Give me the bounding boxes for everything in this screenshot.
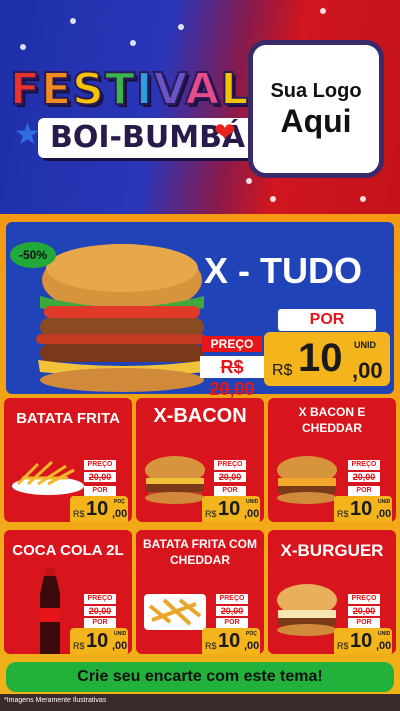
item-card[interactable]: X-BURGUER PREÇO 20,00 POR R$ 10 UNID ,00 xyxy=(268,530,396,654)
price-decimal: ,00 xyxy=(376,640,392,652)
price-decimal: ,00 xyxy=(244,640,260,652)
fries-image xyxy=(12,460,84,495)
star-icon: ★ xyxy=(14,117,41,152)
por-label: POR xyxy=(278,309,376,331)
price-unit: UNID xyxy=(246,499,259,505)
por-label: POR xyxy=(84,486,116,496)
soda-bottle-image xyxy=(40,568,60,654)
preco-label: PREÇO xyxy=(348,594,380,604)
logo-line1: Sua Logo xyxy=(270,79,362,102)
por-label: POR xyxy=(348,486,380,496)
preco-label: PREÇO xyxy=(202,336,262,352)
price-unit: UNID xyxy=(114,631,127,637)
price-currency: R$ xyxy=(337,641,349,651)
price-decimal: ,00 xyxy=(244,508,260,520)
confetti-dot xyxy=(130,40,136,46)
item-title: X-BACON xyxy=(153,405,247,427)
old-price: R$ 20,00 xyxy=(200,356,264,399)
por-label: POR xyxy=(84,618,116,628)
por-label: POR xyxy=(348,618,380,628)
old-price: 20,00 xyxy=(216,606,248,616)
item-price: R$ 10 UNID ,00 xyxy=(334,496,392,522)
item-price: R$ 10 POÇ ,00 xyxy=(202,628,260,654)
item-title: X-BURGUER xyxy=(280,541,384,560)
burger-image xyxy=(145,456,205,504)
price-currency: R$ xyxy=(73,509,85,519)
confetti-dot xyxy=(20,44,26,50)
item-title: X BACON E CHEDDAR xyxy=(298,405,366,435)
price-currency: R$ xyxy=(205,641,217,651)
price-decimal: ,00 xyxy=(376,508,392,520)
fries-cheddar-image xyxy=(144,594,206,630)
price-decimal: ,00 xyxy=(112,508,128,520)
cta-button[interactable]: Crie seu encarte com este tema! xyxy=(6,662,394,692)
item-card[interactable]: X BACON E CHEDDAR PREÇO 20,00 POR R$ 10 … xyxy=(268,398,396,522)
heart-icon: ❤ xyxy=(214,118,236,148)
por-label: POR xyxy=(214,486,246,496)
price-integer: 10 xyxy=(218,630,241,652)
disclaimer: *Imagens Meramente Ilustrativas xyxy=(4,697,107,704)
por-label: POR xyxy=(216,618,248,628)
confetti-dot xyxy=(70,18,76,24)
price-currency: R$ xyxy=(337,509,349,519)
price-integer: 10 xyxy=(298,336,343,380)
featured-name: X - TUDO xyxy=(204,250,362,291)
price-currency: R$ xyxy=(272,362,293,379)
item-card[interactable]: BATATA FRITA PREÇO 20,00 POR R$ 10 POÇ ,… xyxy=(4,398,132,522)
preco-label: PREÇO xyxy=(348,460,380,470)
price-unit: POÇ xyxy=(246,631,257,637)
price-decimal: ,00 xyxy=(112,640,128,652)
item-card[interactable]: X-BACON PREÇO 20,00 POR R$ 10 UNID ,00 xyxy=(136,398,264,522)
preco-label: PREÇO xyxy=(216,594,248,604)
preco-label: PREÇO xyxy=(214,460,246,470)
price-integer: 10 xyxy=(86,630,109,652)
discount-badge: -50% xyxy=(10,242,56,268)
logo-line2: Aqui xyxy=(280,102,352,139)
price-currency: R$ xyxy=(73,641,85,651)
festival-title: FESTIVAL xyxy=(9,63,250,116)
featured-price: R$ 10 UNID ,00 xyxy=(264,332,390,386)
price-integer: 10 xyxy=(86,498,109,520)
preco-label: PREÇO xyxy=(84,594,116,604)
price-unit: UNID xyxy=(378,631,391,637)
item-price: R$ 10 POÇ ,00 xyxy=(70,496,128,522)
price-unit: POÇ xyxy=(114,499,125,505)
item-price: R$ 10 UNID ,00 xyxy=(202,496,260,522)
price-integer: 10 xyxy=(350,630,373,652)
burger-image xyxy=(277,584,337,636)
price-integer: 10 xyxy=(350,498,373,520)
confetti-dot xyxy=(320,8,326,14)
confetti-dot xyxy=(360,196,366,202)
item-card[interactable]: BATATA FRITA COM CHEDDAR PREÇO 20,00 POR… xyxy=(136,530,264,654)
confetti-dot xyxy=(246,178,252,184)
price-decimal: ,00 xyxy=(352,358,383,383)
price-integer: 10 xyxy=(218,498,241,520)
old-price: 20,00 xyxy=(214,472,246,482)
old-price: 20,00 xyxy=(348,472,380,482)
price-unit: UNID xyxy=(378,499,391,505)
item-price: R$ 10 UNID ,00 xyxy=(70,628,128,654)
old-price: 20,00 xyxy=(84,606,116,616)
confetti-dot xyxy=(178,24,184,30)
item-title: BATATA FRITA xyxy=(16,410,120,427)
preco-label: PREÇO xyxy=(84,460,116,470)
burger-image xyxy=(277,456,337,504)
item-title: BATATA FRITA COM CHEDDAR xyxy=(143,537,257,567)
price-currency: R$ xyxy=(205,509,217,519)
item-title: COCA COLA 2L xyxy=(12,542,124,559)
old-price: 20,00 xyxy=(348,606,380,616)
item-price: R$ 10 UNID ,00 xyxy=(334,628,392,654)
price-unit: UNID xyxy=(354,340,376,350)
old-price: 20,00 xyxy=(84,472,116,482)
logo-placeholder[interactable]: Sua Logo Aqui xyxy=(248,40,384,178)
confetti-dot xyxy=(270,196,276,202)
item-card[interactable]: COCA COLA 2L PREÇO 20,00 POR R$ 10 UNID … xyxy=(4,530,132,654)
